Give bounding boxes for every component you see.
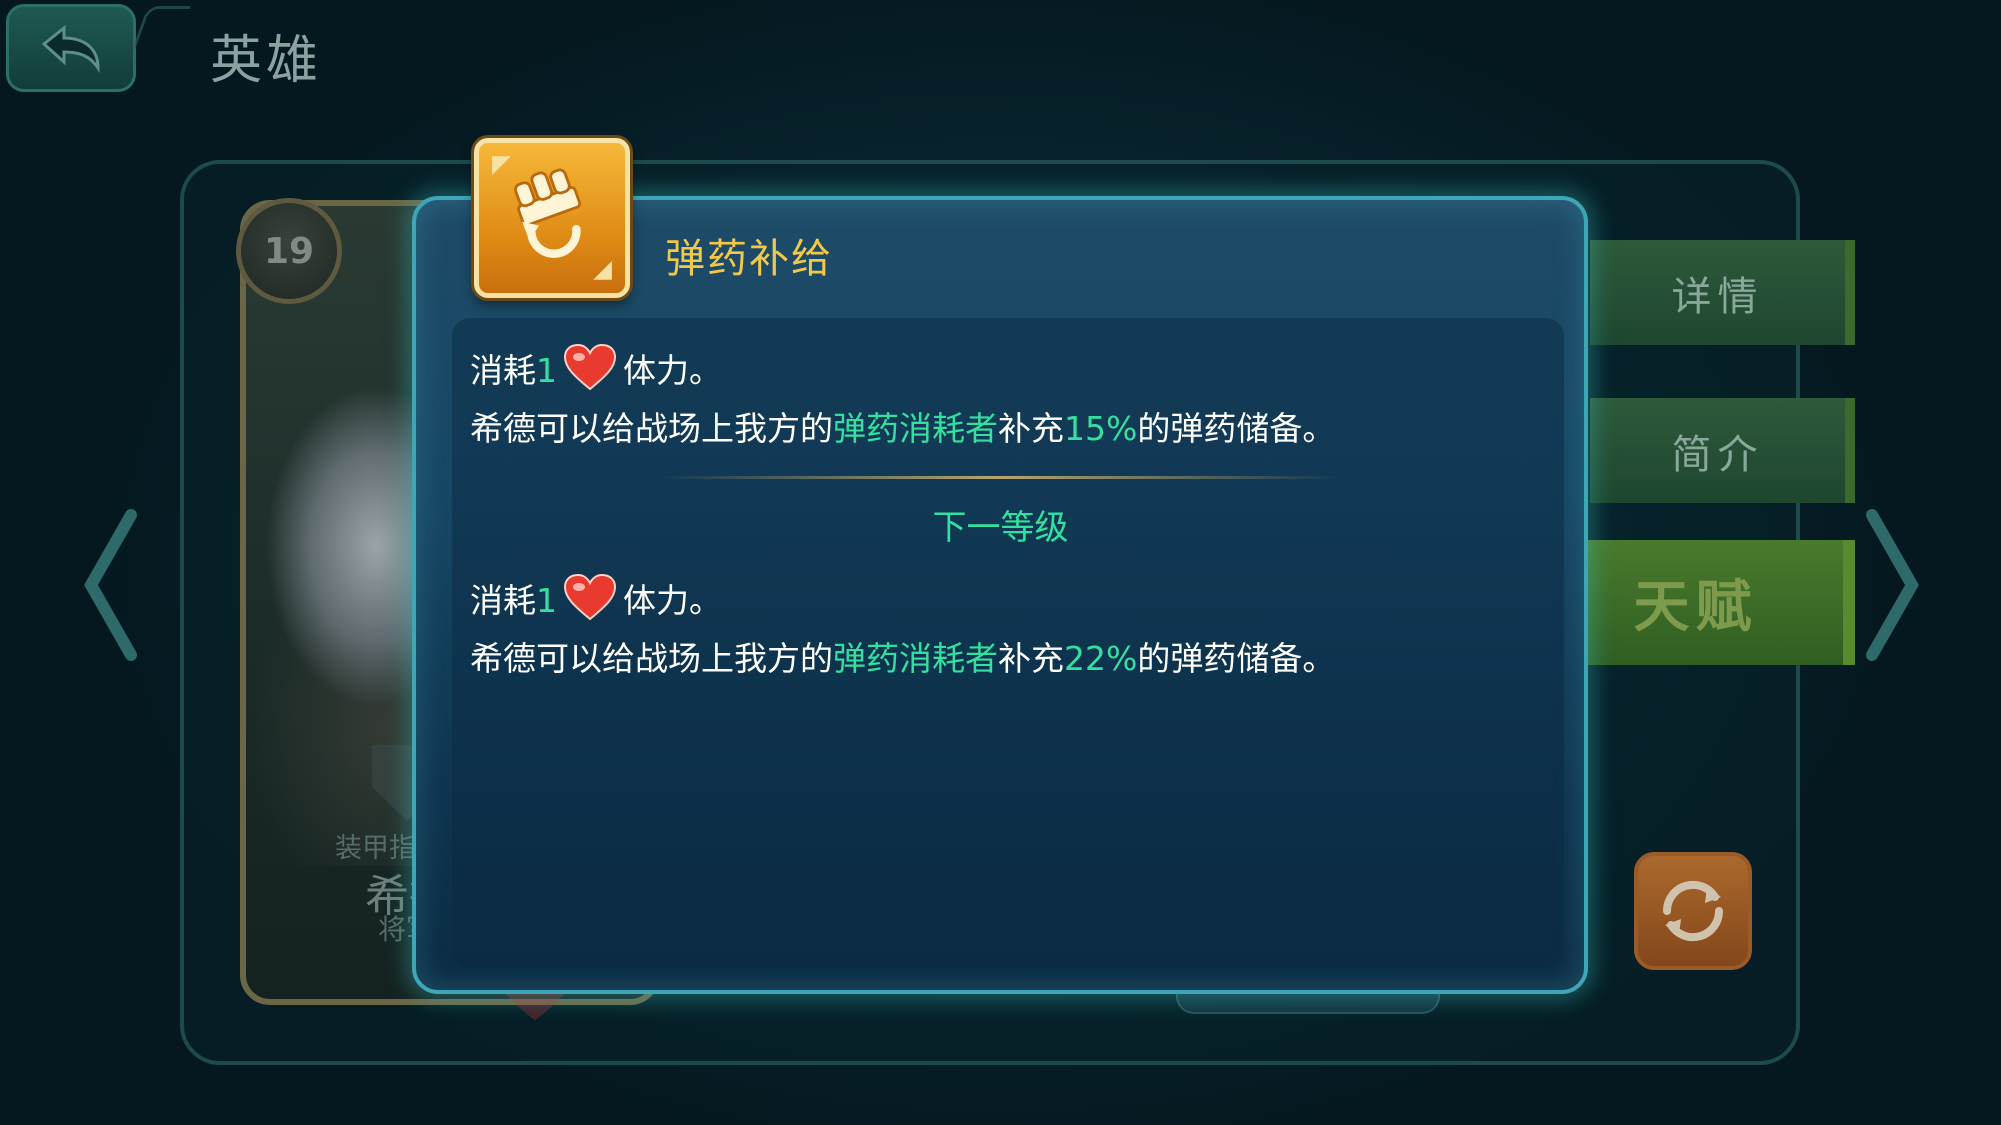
cost-value: 1 (536, 581, 557, 620)
refresh-icon (1662, 880, 1724, 942)
tab-details[interactable]: 详情 (1590, 240, 1855, 345)
desc-mid: 补充 (998, 639, 1064, 678)
skill-title: 弹药补给 (665, 236, 833, 282)
back-arrow-icon (41, 24, 100, 73)
cost-suffix: 体力。 (623, 581, 722, 620)
current-desc-line: 希德可以给战场上我方的弹药消耗者补充15%的弹药储备。 (470, 402, 1335, 450)
next-cost-line: 消耗1 体力。 (470, 573, 722, 627)
desc-percent: 15% (1064, 409, 1138, 448)
next-level-heading: 下一等级 (932, 508, 1069, 548)
back-button[interactable] (6, 4, 136, 92)
header-ornament (132, 6, 191, 49)
page-title: 英雄 (210, 31, 323, 91)
hero-level-badge: 19 (236, 198, 342, 304)
reset-talent-button[interactable] (1634, 852, 1752, 970)
cost-suffix: 体力。 (623, 351, 722, 390)
desc-suffix: 的弹药储备。 (1137, 639, 1336, 678)
desc-target: 弹药消耗者 (833, 409, 998, 448)
hero-screen: 英雄 19 装甲指挥官 希德 将军 详情 简介 天赋 0 (0, 0, 2001, 1125)
cost-prefix: 消耗 (470, 581, 536, 620)
desc-mid: 补充 (998, 409, 1064, 448)
cost-value: 1 (536, 351, 557, 390)
desc-percent: 22% (1064, 639, 1138, 678)
tab-intro[interactable]: 简介 (1590, 398, 1855, 503)
heart-icon (563, 343, 617, 390)
heart-icon (563, 573, 617, 620)
tab-talent[interactable]: 天赋 (1548, 540, 1855, 665)
current-cost-line: 消耗1 体力。 (470, 343, 722, 397)
desc-target: 弹药消耗者 (833, 639, 998, 678)
desc-suffix: 的弹药储备。 (1137, 409, 1336, 448)
desc-prefix: 希德可以给战场上我方的 (470, 409, 833, 448)
desc-prefix: 希德可以给战场上我方的 (470, 639, 833, 678)
ammo-supply-icon (474, 138, 630, 298)
section-divider (660, 476, 1340, 479)
next-desc-line: 希德可以给战场上我方的弹药消耗者补充22%的弹药储备。 (470, 632, 1335, 680)
cost-prefix: 消耗 (470, 351, 536, 390)
